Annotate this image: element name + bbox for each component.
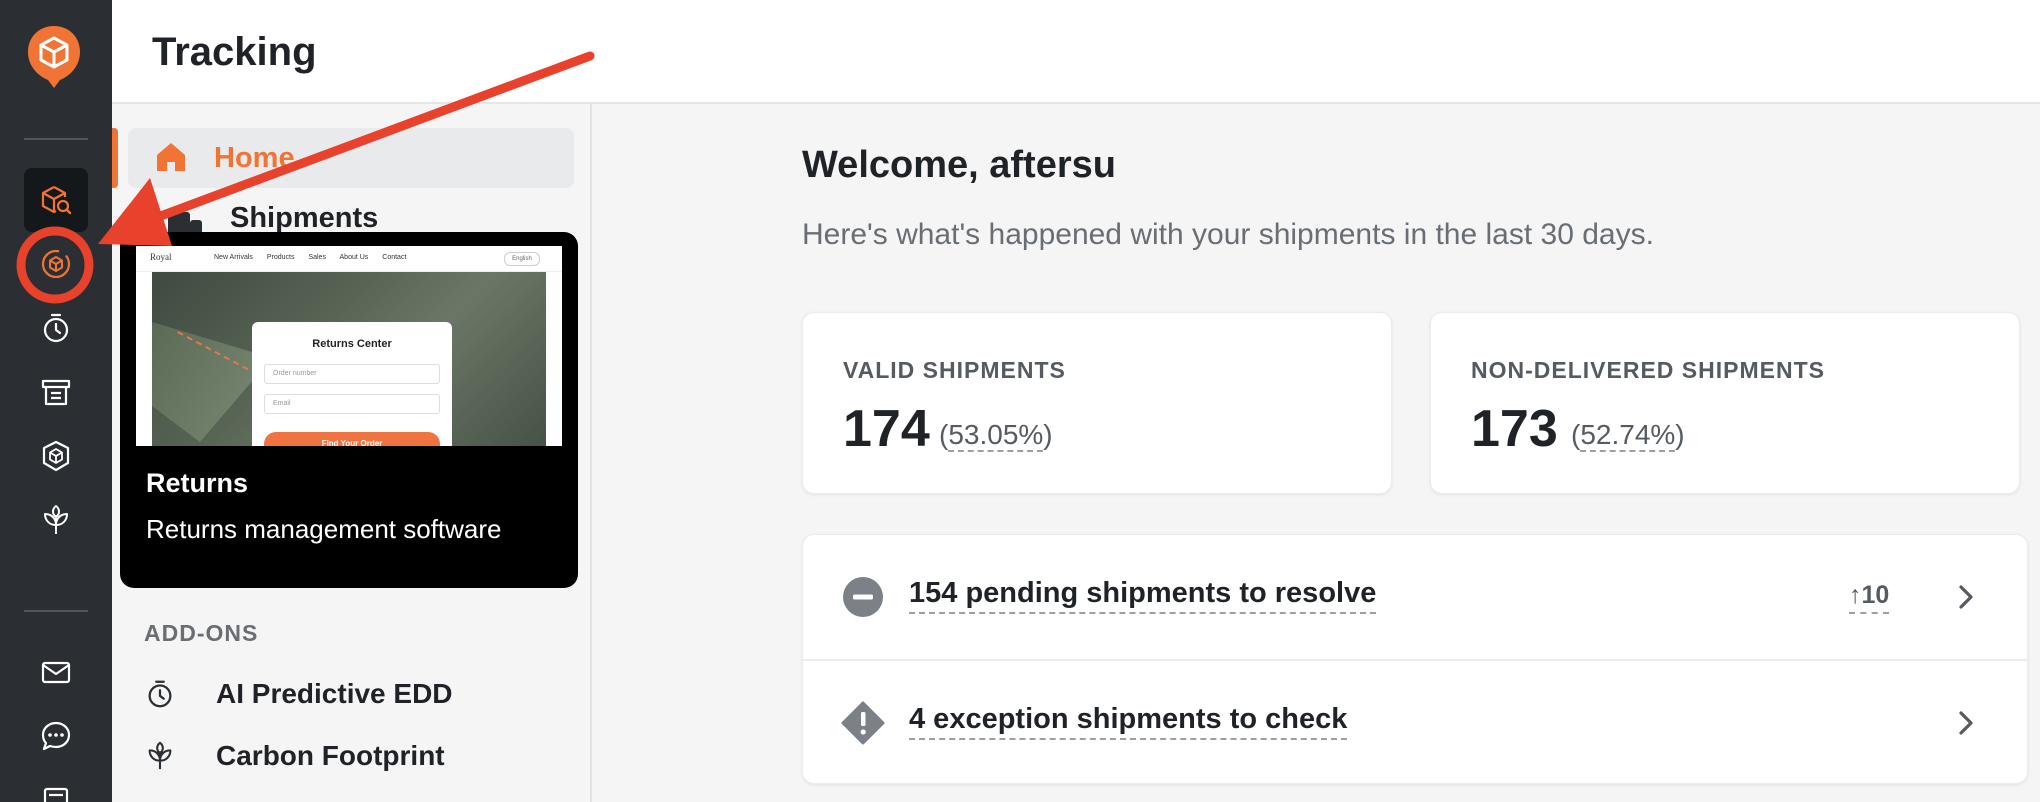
stat-label: VALID SHIPMENTS [843, 357, 1066, 383]
rail-tracking-button[interactable] [24, 168, 88, 232]
stat-value: 174 [843, 400, 930, 458]
welcome-heading: Welcome, aftersu [802, 144, 1116, 186]
welcome-subtitle: Here's what's happened with your shipmen… [802, 218, 1654, 251]
rail-protection-button[interactable] [24, 424, 88, 488]
stat-value: 173 [1471, 400, 1558, 458]
preview-brand: Royal [150, 252, 172, 262]
sidebar-item-label: Shipments [230, 202, 379, 232]
warning-diamond-icon [841, 701, 885, 745]
stat-percent-value: 53.05% [948, 419, 1044, 452]
sidebar-item-label: Carbon Footprint [216, 740, 445, 771]
preview-menu-item: Sales [308, 254, 326, 261]
preview-email-field: Email [264, 394, 440, 414]
stat-card-valid: VALID SHIPMENTS 174 (53.05%) [802, 312, 1392, 494]
task-row-exceptions[interactable]: 4 exception shipments to check [803, 659, 2027, 783]
sidebar-item-home[interactable]: Home [128, 128, 574, 188]
preview-menu-item: About Us [339, 254, 369, 261]
task-text[interactable]: 154 pending shipments to resolve [909, 577, 1377, 614]
preview-menu: New Arrivals Products Sales About Us Con… [214, 254, 418, 261]
home-icon [157, 143, 185, 171]
sprout-icon [44, 505, 68, 534]
preview-nav: Royal New Arrivals Products Sales About … [136, 246, 562, 272]
page-title: Tracking [152, 30, 317, 74]
storefront-icon [41, 379, 71, 406]
sidebar-item-label: AI Predictive EDD [216, 678, 453, 709]
rail-divider [24, 610, 88, 612]
shield-box-icon [42, 440, 70, 472]
active-indicator [112, 128, 118, 188]
stat-percent[interactable]: (52.74%) [1571, 419, 1685, 452]
preview-returns-form: Returns Center Order number Email Find Y… [252, 322, 452, 446]
task-list: 154 pending shipments to resolve ↑10 4 e… [802, 534, 2028, 784]
app-rail [0, 0, 112, 802]
rail-mail-button[interactable] [24, 640, 88, 704]
returns-promo-card[interactable]: Royal New Arrivals Products Sales About … [120, 232, 578, 588]
rail-divider [24, 138, 88, 140]
promo-title: Returns [146, 468, 249, 498]
trend-value: 10 [1861, 581, 1890, 609]
preview-order-field: Order number [264, 364, 440, 384]
document-icon [43, 787, 69, 802]
stat-label: NON-DELIVERED SHIPMENTS [1471, 357, 1825, 383]
stat-card-non-delivered: NON-DELIVERED SHIPMENTS 173 (52.74%) [1430, 312, 2020, 494]
aftership-logo[interactable] [26, 24, 82, 90]
sidebar-item-label: Home [214, 142, 295, 174]
mail-icon [41, 661, 71, 684]
sprout-icon [148, 741, 172, 770]
stat-percent[interactable]: (53.05%) [939, 419, 1053, 452]
rail-chat-button[interactable] [24, 704, 88, 768]
chevron-right-icon[interactable] [1951, 705, 1981, 741]
chat-icon [41, 721, 71, 751]
preview-menu-item: Products [266, 254, 295, 261]
task-text[interactable]: 4 exception shipments to check [909, 703, 1348, 740]
rail-edd-button[interactable] [24, 296, 88, 360]
addons-heading: ADD-ONS [144, 620, 259, 646]
preview-find-button: Find Your Order [264, 432, 440, 446]
sidebar-item-shipments[interactable]: Shipments [128, 202, 574, 232]
minus-circle-icon [843, 577, 883, 617]
task-row-pending[interactable]: 154 pending shipments to resolve ↑10 [803, 535, 2027, 659]
preview-menu-item: New Arrivals [214, 254, 253, 261]
rail-returns-button[interactable] [24, 232, 88, 296]
chevron-right-icon[interactable] [1951, 579, 1981, 615]
stat-percent-value: 52.74% [1580, 419, 1676, 452]
rail-carbon-button[interactable] [24, 488, 88, 552]
truck-icon [168, 212, 202, 232]
stopwatch-icon [43, 313, 69, 343]
main-content: Welcome, aftersu Here's what's happened … [594, 104, 2040, 802]
trend-indicator: ↑10 [1849, 581, 1890, 614]
arrow-up-icon: ↑ [1849, 581, 1862, 609]
box-search-icon [41, 186, 72, 215]
stopwatch-icon [148, 680, 172, 708]
promo-subtitle: Returns management software [146, 514, 502, 544]
preview-menu-item: Contact [382, 254, 407, 261]
rail-shopping-button[interactable] [24, 360, 88, 424]
box-return-icon [41, 249, 71, 279]
returns-preview-image: Royal New Arrivals Products Sales About … [136, 246, 562, 446]
preview-form-title: Returns Center [312, 338, 392, 350]
sidebar: Home Shipments Royal New Arrivals Produc… [112, 104, 592, 802]
preview-language: English [504, 252, 540, 266]
page-header: Tracking [112, 0, 2040, 104]
rail-docs-button[interactable] [24, 768, 88, 802]
preview-photo: Returns Center Order number Email Find Y… [152, 272, 546, 446]
